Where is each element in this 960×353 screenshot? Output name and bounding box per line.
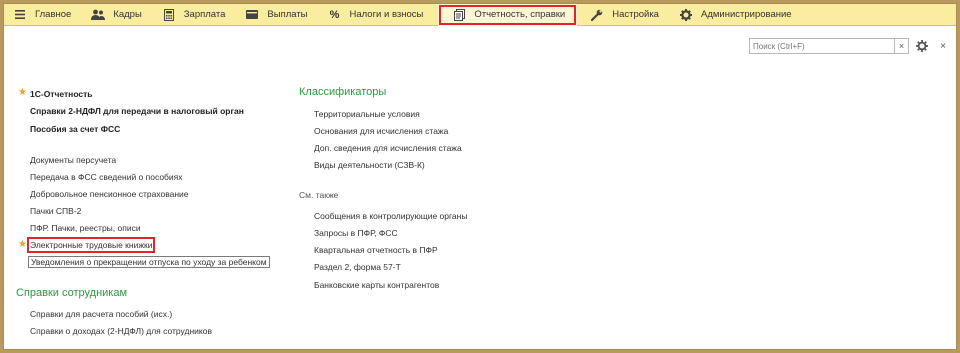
nav-label: Налоги и взносы [349, 9, 424, 20]
employee-report-link[interactable]: Справки для расчета пособий (исх.) [30, 309, 172, 319]
electronic-work-books-link[interactable]: Электронные трудовые книжки [26, 237, 156, 253]
report-link[interactable]: Пачки СПВ-2 [30, 206, 81, 216]
nav-label: Главное [35, 9, 72, 20]
report-link[interactable]: Передача в ФСС сведений о пособиях [30, 172, 183, 182]
settings-gear-icon[interactable] [915, 39, 929, 53]
favorite-star-icon[interactable]: ★ [18, 88, 27, 98]
nav-label: Зарплата [183, 9, 226, 20]
nav-label: Администрирование [700, 9, 792, 20]
report-link[interactable]: Добровольное пенсионное страхование [30, 189, 189, 199]
favorite-link[interactable]: 1С-Отчетность [30, 89, 93, 99]
nav-settings[interactable]: Настройка [577, 4, 670, 26]
nav-label: Кадры [113, 9, 142, 20]
childcare-leave-notice-link[interactable]: Уведомления о прекращении отпуска по ухо… [28, 256, 270, 268]
classifier-link[interactable]: Территориальные условия [314, 109, 420, 119]
nav-label: Выплаты [267, 9, 308, 20]
nav-salary[interactable]: Зарплата [153, 4, 237, 26]
nav-admin[interactable]: Администрирование [670, 4, 803, 26]
wrench-icon [590, 8, 604, 22]
employees-section-title: Справки сотрудникам [16, 287, 128, 299]
classifier-link[interactable]: Доп. сведения для исчисления стажа [314, 143, 462, 153]
see-also-link[interactable]: Раздел 2, форма 57-Т [314, 262, 401, 272]
search-field: × [749, 38, 909, 54]
see-also-title: См. также [299, 190, 339, 200]
nav-taxes[interactable]: % Налоги и взносы [319, 4, 435, 26]
classifier-link[interactable]: Основания для исчисления стажа [314, 126, 448, 136]
nav-payments[interactable]: Выплаты [236, 4, 318, 26]
favorite-link[interactable]: Справки 2-НДФЛ для передачи в налоговый … [30, 106, 244, 116]
percent-icon: % [329, 8, 340, 21]
calculator-icon [162, 8, 176, 22]
favorite-link[interactable]: Пособия за счет ФСС [30, 124, 120, 134]
nav-label: Отчетность, справки [474, 9, 566, 20]
search-clear-button[interactable]: × [894, 39, 908, 53]
menu-icon [13, 8, 27, 22]
search-input[interactable] [750, 39, 894, 53]
employee-report-link[interactable]: Справки о доходах (2-НДФЛ) для сотрудник… [30, 326, 212, 336]
report-icon [452, 8, 466, 22]
classifier-link[interactable]: Виды деятельности (СЗВ-К) [314, 160, 425, 170]
see-also-link[interactable]: Банковские карты контрагентов [314, 280, 439, 290]
see-also-link[interactable]: Квартальная отчетность в ПФР [314, 245, 438, 255]
nav-label: Настройка [612, 9, 659, 20]
classifiers-section-title: Классификаторы [299, 86, 387, 98]
nav-main[interactable]: Главное [4, 4, 82, 26]
see-also-link[interactable]: Сообщения в контролирующие органы [314, 211, 467, 221]
gear-icon [679, 8, 693, 22]
close-button[interactable]: × [937, 39, 949, 53]
see-also-link[interactable]: Запросы в ПФР, ФСС [314, 228, 398, 238]
nav-reports[interactable]: Отчетность, справки [438, 3, 578, 26]
nav-personnel[interactable]: Кадры [82, 4, 152, 26]
report-link[interactable]: Документы персучета [30, 155, 116, 165]
wallet-icon [245, 8, 259, 22]
report-link[interactable]: ПФР. Пачки, реестры, описи [30, 223, 141, 233]
favorite-star-icon[interactable]: ★ [18, 240, 27, 250]
people-icon [91, 8, 106, 22]
main-window: Главное Кадры Зарплата Выплаты % Налоги … [3, 3, 957, 350]
section-panel: Главное Кадры Зарплата Выплаты % Налоги … [4, 3, 956, 26]
